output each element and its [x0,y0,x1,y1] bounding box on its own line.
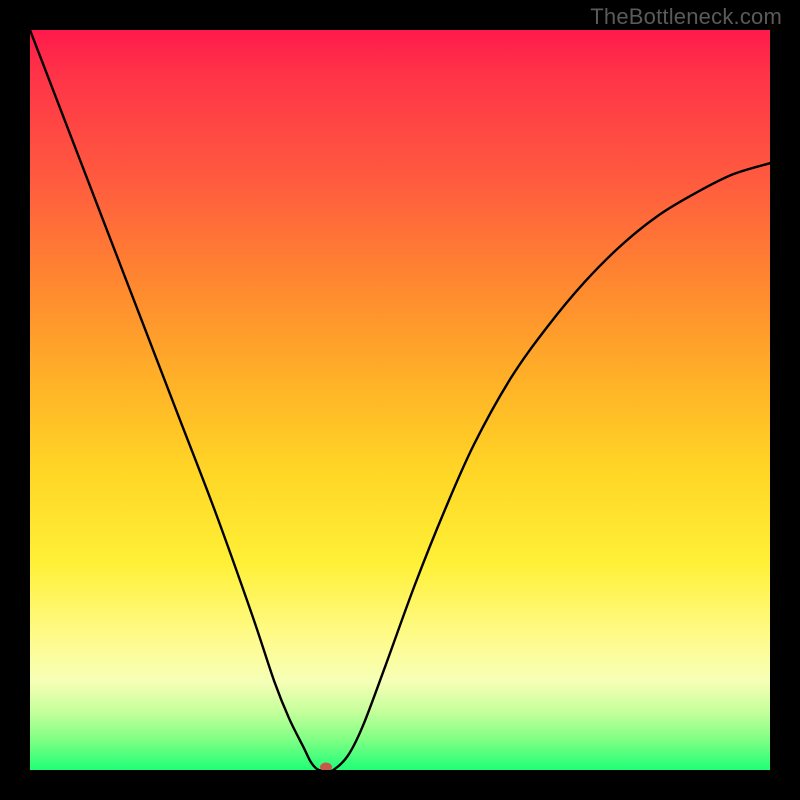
plot-area [30,30,770,770]
bottleneck-curve [30,30,770,770]
watermark-text: TheBottleneck.com [590,4,782,30]
minimum-marker [320,763,332,771]
chart-frame: TheBottleneck.com [0,0,800,800]
curve-svg [30,30,770,770]
